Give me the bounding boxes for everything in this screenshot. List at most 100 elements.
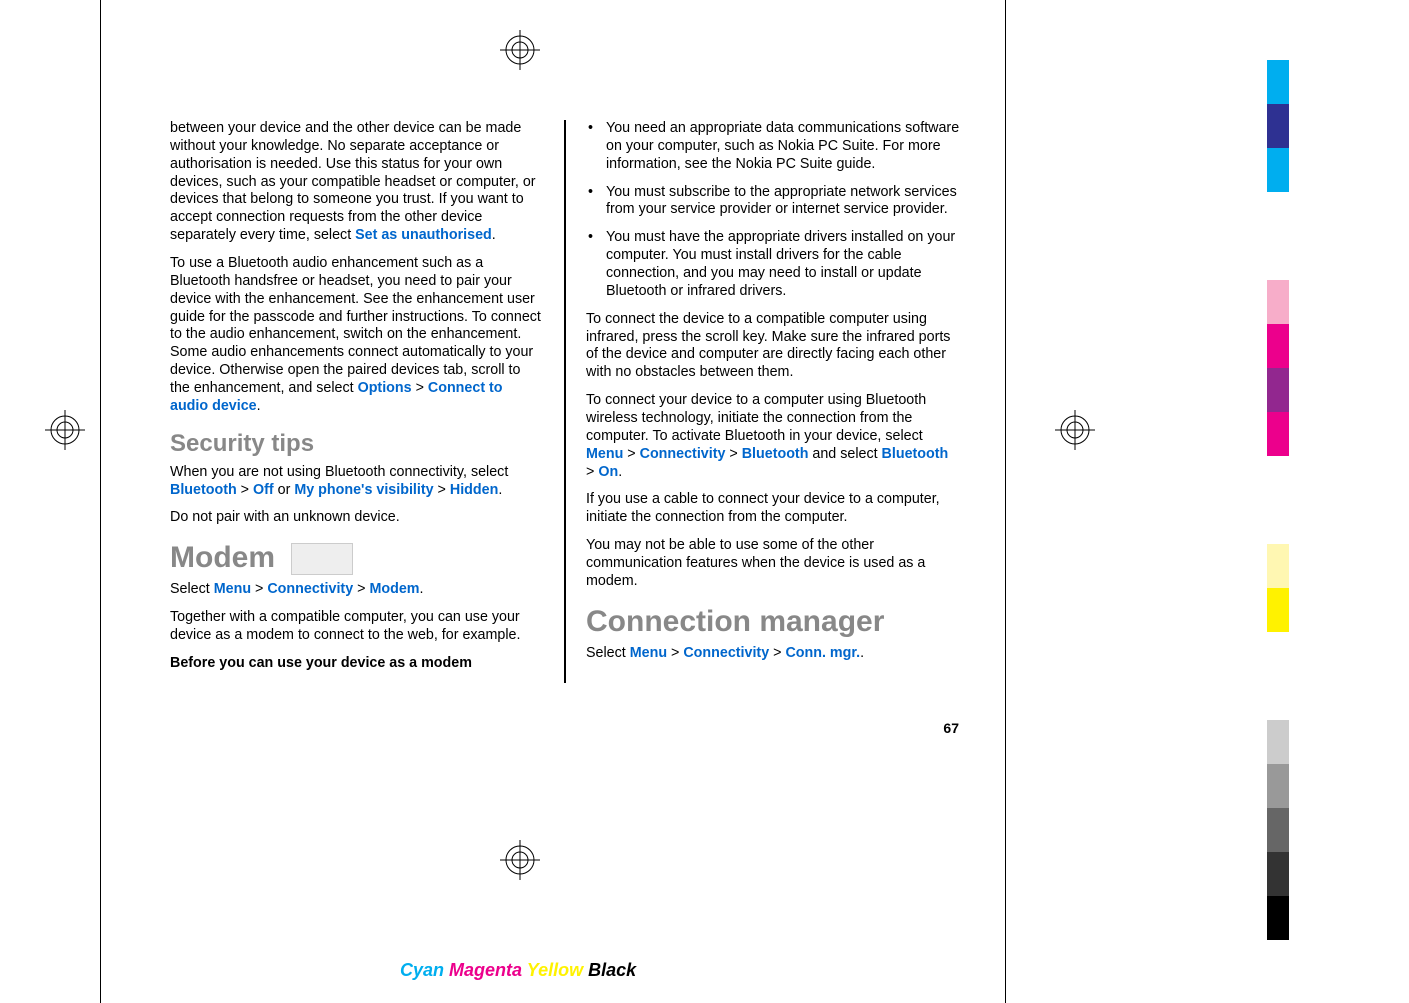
heading-modem: Modem — [170, 541, 544, 575]
body-text: between your device and the other device… — [170, 120, 536, 243]
paragraph: Select Menu > Connectivity > Modem. — [170, 581, 544, 599]
separator: > — [667, 645, 683, 661]
separator: > — [251, 581, 267, 597]
ui-label: Menu — [586, 446, 623, 462]
body-text: When you are not using Bluetooth connect… — [170, 464, 508, 480]
swatch-purple — [1267, 368, 1289, 412]
swatch-gap — [1267, 632, 1289, 676]
left-column: between your device and the other device… — [170, 120, 544, 683]
body-text: and select — [808, 446, 881, 462]
swatch-gap — [1267, 676, 1289, 720]
swatch-magenta2 — [1267, 412, 1289, 456]
paragraph: To connect your device to a computer usi… — [586, 392, 960, 481]
list-item: You must subscribe to the appropriate ne… — [586, 184, 960, 220]
paragraph: Together with a compatible computer, you… — [170, 609, 544, 645]
swatch-yellow — [1267, 588, 1289, 632]
paragraph: When you are not using Bluetooth connect… — [170, 464, 544, 500]
swatch-gray2 — [1267, 764, 1289, 808]
registration-mark-bottom — [500, 840, 540, 883]
color-swatch-strip — [1267, 60, 1289, 940]
paragraph-bold: Before you can use your device as a mode… — [170, 655, 544, 673]
paragraph: To use a Bluetooth audio enhancement suc… — [170, 255, 544, 416]
ui-label: Bluetooth — [170, 482, 237, 498]
label-black: Black — [588, 960, 636, 980]
heading-connection-manager: Connection manager — [586, 605, 960, 639]
swatch-gray3 — [1267, 808, 1289, 852]
separator: > — [725, 446, 741, 462]
ui-label: My phone's visibility — [294, 482, 433, 498]
ui-label: Bluetooth — [742, 446, 809, 462]
ui-label: Connectivity — [267, 581, 353, 597]
ui-label: Menu — [214, 581, 251, 597]
paragraph: If you use a cable to connect your devic… — [586, 491, 960, 527]
separator: > — [769, 645, 785, 661]
paragraph: Do not pair with an unknown device. — [170, 509, 544, 527]
page-number: 67 — [943, 720, 959, 736]
body-text: . — [860, 645, 864, 661]
body-text: or — [274, 482, 295, 498]
swatch-gap — [1267, 236, 1289, 280]
heading-text: Modem — [170, 541, 275, 574]
body-text: To use a Bluetooth audio enhancement suc… — [170, 255, 541, 396]
color-labels: Cyan Magenta Yellow Black — [400, 960, 636, 981]
registration-mark-left — [45, 410, 85, 453]
swatch-gray4 — [1267, 852, 1289, 896]
swatch-pink — [1267, 280, 1289, 324]
ui-label: On — [598, 464, 618, 480]
swatch-blue — [1267, 104, 1289, 148]
body-text: . — [419, 581, 423, 597]
paragraph: You may not be able to use some of the o… — [586, 537, 960, 591]
ui-label: Options — [358, 380, 412, 396]
swatch-cyan2 — [1267, 148, 1289, 192]
body-text: To connect your device to a computer usi… — [586, 392, 926, 444]
body-text: . — [618, 464, 622, 480]
label-yellow: Yellow — [527, 960, 583, 980]
swatch-gap — [1267, 456, 1289, 500]
body-text: . — [492, 227, 496, 243]
ui-label: Connectivity — [640, 446, 726, 462]
ui-label: Modem — [369, 581, 419, 597]
ui-label: Menu — [630, 645, 667, 661]
paragraph: between your device and the other device… — [170, 120, 544, 245]
ui-label: Bluetooth — [882, 446, 949, 462]
list-item: You need an appropriate data communicati… — [586, 120, 960, 174]
separator: > — [412, 380, 428, 396]
document-page: between your device and the other device… — [0, 0, 1409, 1003]
bullet-list: You need an appropriate data communicati… — [586, 120, 960, 301]
registration-mark-top — [500, 30, 540, 73]
heading-security-tips: Security tips — [170, 430, 544, 458]
label-magenta: Magenta — [449, 960, 522, 980]
separator: > — [353, 581, 369, 597]
ui-label: Conn. mgr. — [785, 645, 860, 661]
swatch-magenta — [1267, 324, 1289, 368]
paragraph: Select Menu > Connectivity > Conn. mgr.. — [586, 645, 960, 663]
swatch-lightyellow — [1267, 544, 1289, 588]
ui-label: Off — [253, 482, 274, 498]
right-column: You need an appropriate data communicati… — [586, 120, 960, 683]
swatch-cyan — [1267, 60, 1289, 104]
body-text: Select — [586, 645, 630, 661]
swatch-black — [1267, 896, 1289, 940]
body-text: . — [498, 482, 502, 498]
crop-line-right — [1005, 0, 1006, 1003]
ui-label: Hidden — [450, 482, 498, 498]
crop-line-left — [100, 0, 101, 1003]
modem-icon — [291, 543, 353, 575]
ui-label: Connectivity — [683, 645, 769, 661]
separator: > — [623, 446, 639, 462]
body-text: . — [257, 398, 261, 414]
separator: > — [586, 464, 598, 480]
content-area: between your device and the other device… — [170, 120, 960, 683]
column-divider — [564, 120, 566, 683]
swatch-gray1 — [1267, 720, 1289, 764]
registration-mark-right — [1055, 410, 1095, 453]
separator: > — [237, 482, 253, 498]
paragraph: To connect the device to a compatible co… — [586, 311, 960, 382]
ui-label: Set as unauthorised — [355, 227, 492, 243]
swatch-gap — [1267, 192, 1289, 236]
swatch-gap — [1267, 500, 1289, 544]
label-cyan: Cyan — [400, 960, 444, 980]
list-item: You must have the appropriate drivers in… — [586, 229, 960, 300]
separator: > — [434, 482, 450, 498]
body-text: Select — [170, 581, 214, 597]
